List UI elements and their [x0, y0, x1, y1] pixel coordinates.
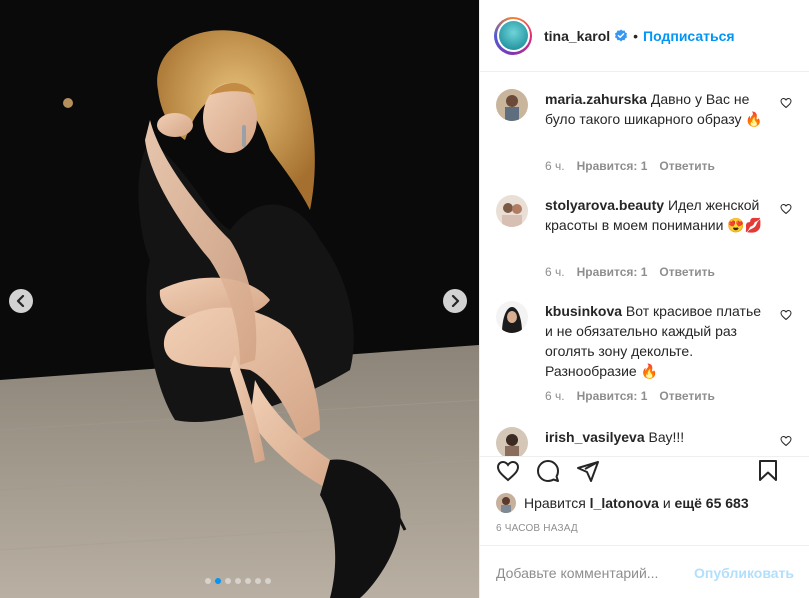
reply-button[interactable]: Ответить	[659, 159, 714, 173]
publish-button[interactable]: Опубликовать	[694, 565, 794, 581]
previous-slide-button[interactable]	[9, 289, 33, 313]
comment-meta: 6 ч. Нравится: 1 Ответить	[545, 389, 715, 403]
reply-button[interactable]: Ответить	[659, 265, 714, 279]
carousel-dot	[265, 578, 271, 584]
share-icon[interactable]	[576, 459, 600, 483]
likes-conjunction: и	[662, 495, 671, 511]
comment-text-block: maria.zahurska Давно у Вас не було таког…	[545, 89, 770, 129]
comment-likes[interactable]: Нравится: 1	[577, 265, 648, 279]
verified-icon	[615, 29, 628, 41]
post-media[interactable]	[0, 0, 479, 598]
likes-summary: Нравится l_latonova и ещё 65 683	[496, 493, 749, 513]
follow-button[interactable]: Подписаться	[643, 28, 735, 44]
liker-avatar[interactable]	[496, 493, 516, 513]
heart-icon[interactable]	[496, 459, 520, 483]
post-side-panel: tina_karol • Подписаться maria.zahurska …	[479, 0, 809, 598]
comment-item: kbusinkova Вот красивое платье и не обяз…	[496, 301, 796, 426]
avatar-frame	[496, 19, 530, 52]
comment-username[interactable]: maria.zahurska	[545, 91, 647, 107]
commenter-avatar[interactable]	[496, 427, 528, 456]
commenter-avatar[interactable]	[496, 301, 528, 333]
comment-text-block: stolyarova.beauty Идел женской красоты в…	[545, 195, 770, 235]
story-avatar[interactable]	[494, 16, 532, 55]
author-username[interactable]: tina_karol	[544, 28, 610, 44]
heart-icon[interactable]	[780, 97, 792, 109]
carousel-dot-active	[215, 578, 221, 584]
comment-meta: 6 ч. Нравится: 1 Ответить	[545, 159, 715, 173]
reply-button[interactable]: Ответить	[659, 389, 714, 403]
comment-likes[interactable]: Нравится: 1	[577, 389, 648, 403]
liker-username[interactable]: l_latonova	[590, 495, 659, 511]
next-slide-button[interactable]	[443, 289, 467, 313]
likes-count[interactable]: ещё 65 683	[675, 495, 749, 511]
comment-emoji: 🔥	[745, 111, 763, 127]
comment-input[interactable]	[496, 564, 695, 581]
comment-username[interactable]: stolyarova.beauty	[545, 197, 664, 213]
heart-icon[interactable]	[780, 309, 792, 321]
chevron-right-icon	[451, 295, 460, 307]
carousel-indicator	[205, 578, 271, 584]
commenter-avatar[interactable]	[496, 195, 528, 227]
carousel-dot	[255, 578, 261, 584]
comment-item: stolyarova.beauty Идел женской красоты в…	[496, 195, 796, 300]
add-comment-bar: Опубликовать	[480, 545, 809, 598]
carousel-dot	[245, 578, 251, 584]
comment-text-block: irish_vasilyeva Вау!!!	[545, 427, 770, 447]
post-header: tina_karol • Подписаться	[480, 0, 809, 72]
carousel-dot	[225, 578, 231, 584]
comment-time[interactable]: 6 ч.	[545, 265, 565, 279]
comment-username[interactable]: irish_vasilyeva	[545, 429, 645, 445]
comment-time[interactable]: 6 ч.	[545, 159, 565, 173]
comment-emoji: 😍💋	[727, 217, 763, 233]
comment-icon[interactable]	[536, 459, 560, 483]
carousel-dot	[205, 578, 211, 584]
heart-icon[interactable]	[780, 203, 792, 215]
post-photo	[0, 0, 479, 598]
comment-emoji: 🔥	[640, 363, 659, 379]
likes-prefix: Нравится	[524, 495, 586, 511]
avatar	[498, 21, 528, 50]
comment-item: maria.zahurska Давно у Вас не було таког…	[496, 89, 796, 194]
header-separator: •	[633, 27, 639, 44]
comment-likes[interactable]: Нравится: 1	[577, 159, 648, 173]
comment-username[interactable]: kbusinkova	[545, 303, 622, 319]
comment-meta: 6 ч. Нравится: 1 Ответить	[545, 265, 715, 279]
post-actions: Нравится l_latonova и ещё 65 683 6 ЧАСОВ…	[480, 456, 809, 598]
action-icons	[496, 459, 796, 483]
heart-icon[interactable]	[780, 435, 792, 447]
commenter-avatar[interactable]	[496, 89, 528, 121]
comment-time[interactable]: 6 ч.	[545, 389, 565, 403]
carousel-dot	[235, 578, 241, 584]
comment-text: Вау!!!	[648, 429, 685, 445]
chevron-left-icon	[16, 295, 25, 307]
instagram-post: tina_karol • Подписаться maria.zahurska …	[0, 0, 809, 598]
post-timestamp[interactable]: 6 ЧАСОВ НАЗАД	[496, 523, 578, 534]
comments-list[interactable]: maria.zahurska Давно у Вас не було таког…	[480, 73, 809, 456]
comment-text-block: kbusinkova Вот красивое платье и не обяз…	[545, 301, 770, 381]
comment-item: irish_vasilyeva Вау!!!	[496, 427, 796, 456]
bookmark-icon[interactable]	[756, 459, 780, 483]
